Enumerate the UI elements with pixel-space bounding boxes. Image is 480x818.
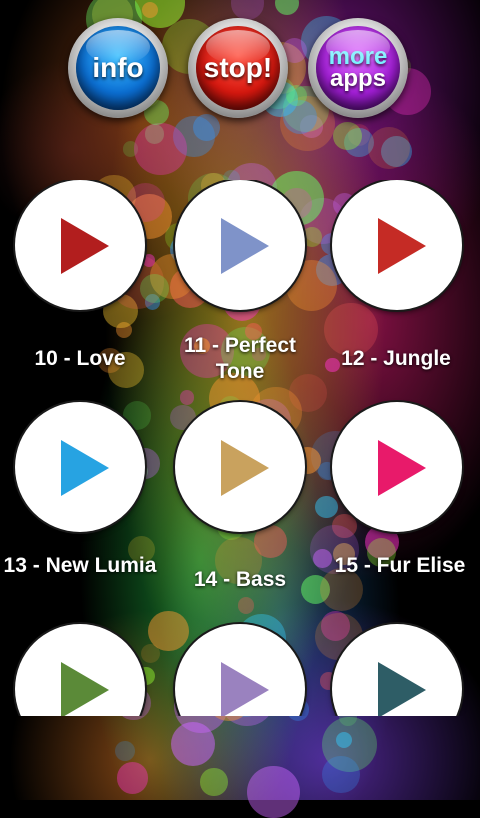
play-button[interactable]	[15, 624, 145, 716]
stop-button[interactable]: stop!	[188, 18, 288, 118]
sound-label: 10 - Love	[34, 347, 126, 370]
play-icon	[221, 218, 269, 274]
sound-tile[interactable]	[320, 624, 480, 716]
play-icon	[61, 218, 109, 274]
sound-tile[interactable]	[160, 624, 320, 716]
more-apps-button-gloss	[326, 30, 390, 64]
play-icon	[61, 440, 109, 496]
sound-tile[interactable]	[0, 624, 160, 716]
sound-label: 11 - Perfect Tone	[183, 334, 297, 383]
sound-tile[interactable]: 11 - Perfect Tone	[160, 180, 320, 400]
play-icon	[378, 218, 426, 274]
play-icon	[221, 662, 269, 716]
play-button[interactable]	[15, 402, 145, 532]
more-apps-label-line2: apps	[329, 65, 386, 92]
sound-grid: 10 - Love 11 - Perfect Tone 12 - Jungle …	[0, 180, 480, 716]
info-button[interactable]: info	[68, 18, 168, 118]
sound-tile[interactable]: 10 - Love	[0, 180, 160, 400]
play-button[interactable]	[175, 402, 305, 532]
more-apps-button[interactable]: more apps	[308, 18, 408, 118]
play-button[interactable]	[332, 624, 462, 716]
sound-tile[interactable]: 12 - Jungle	[320, 180, 480, 400]
play-button[interactable]	[332, 402, 462, 532]
play-button[interactable]	[175, 624, 305, 716]
sound-label: 15 - Fur Elise	[334, 554, 466, 577]
sound-label: 12 - Jungle	[341, 347, 451, 370]
play-icon	[378, 440, 426, 496]
play-icon	[378, 662, 426, 716]
stop-button-gloss	[206, 30, 270, 64]
sound-tile[interactable]: 13 - New Lumia	[0, 402, 160, 622]
play-button[interactable]	[332, 180, 462, 310]
play-button[interactable]	[15, 180, 145, 310]
sound-label: 13 - New Lumia	[3, 554, 157, 577]
sound-label: 14 - Bass	[193, 568, 287, 591]
info-button-gloss	[86, 30, 150, 64]
play-icon	[221, 440, 269, 496]
sound-tile[interactable]: 14 - Bass	[160, 402, 320, 622]
play-icon	[61, 662, 109, 716]
play-button[interactable]	[175, 180, 305, 310]
sound-tile[interactable]: 15 - Fur Elise	[320, 402, 480, 622]
